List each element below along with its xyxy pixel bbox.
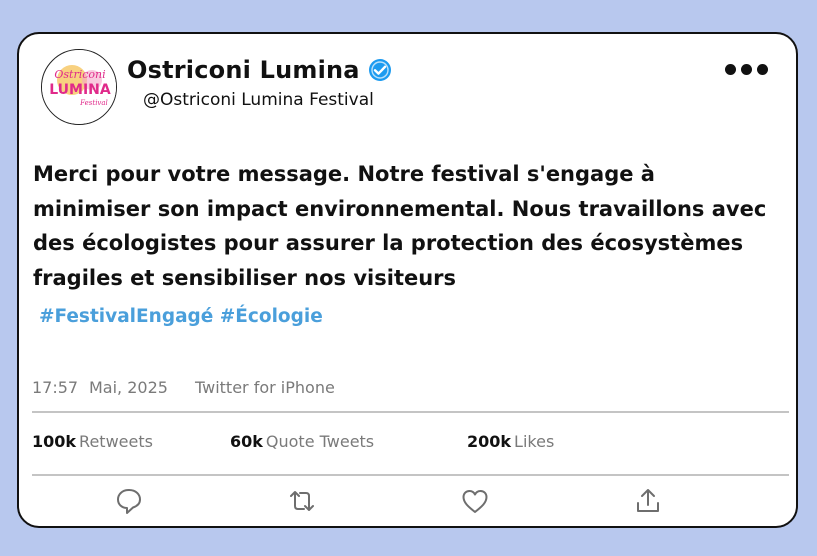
festival-logo-icon: Ostriconi LUMINA Festival xyxy=(42,50,116,124)
retweets-count: 100k xyxy=(32,432,77,451)
divider xyxy=(32,411,789,413)
tweet-line: Merci pour votre message. Notre festival… xyxy=(33,162,655,186)
reply-icon[interactable] xyxy=(114,486,144,516)
tweet-time: 17:57 xyxy=(32,378,79,397)
share-icon[interactable] xyxy=(633,486,663,516)
heart-icon[interactable] xyxy=(460,486,490,516)
author-row: Ostriconi Lumina xyxy=(127,56,392,84)
quotes-count: 60k xyxy=(230,432,263,451)
more-options-icon[interactable] xyxy=(725,64,768,75)
logo-text-mid: LUMINA xyxy=(49,82,111,98)
quotes-label: Quote Tweets xyxy=(265,432,375,451)
tweet-card: Ostriconi LUMINA Festival Ostriconi Lumi… xyxy=(17,32,798,528)
tweet-line: minimiser son impact environnemental. No… xyxy=(33,196,767,221)
tweet-line: fragiles et sensibiliser nos visiteurs xyxy=(33,265,457,290)
quotes-stat[interactable]: 60k Quote Tweets xyxy=(230,432,374,451)
tweet-date: Mai, 2025 xyxy=(89,378,168,397)
avatar[interactable]: Ostriconi LUMINA Festival xyxy=(41,49,117,125)
retweet-icon[interactable] xyxy=(287,486,317,516)
retweets-label: Retweets xyxy=(79,432,153,451)
tweet-line: des écologistes pour assurer la protecti… xyxy=(33,231,744,255)
author-name[interactable]: Ostriconi Lumina xyxy=(127,56,360,84)
hashtags[interactable]: #FestivalEngagé #Écologie xyxy=(39,306,323,327)
verified-badge-icon xyxy=(368,58,392,82)
tweet-text: Merci pour votre message. Notre festival… xyxy=(33,157,793,295)
author-handle[interactable]: @Ostriconi Lumina Festival xyxy=(143,90,374,110)
likes-label: Likes xyxy=(514,432,555,451)
more-dot xyxy=(741,64,752,75)
likes-count: 200k xyxy=(467,432,512,451)
retweets-stat[interactable]: 100k Retweets xyxy=(32,432,153,451)
logo-text-bottom: Festival xyxy=(79,99,108,107)
divider xyxy=(32,474,789,476)
more-dot xyxy=(757,64,768,75)
likes-stat[interactable]: 200k Likes xyxy=(467,432,554,451)
more-dot xyxy=(725,64,736,75)
action-bar xyxy=(19,486,800,518)
tweet-source[interactable]: Twitter for iPhone xyxy=(195,378,335,397)
logo-text-top: Ostriconi xyxy=(54,68,105,81)
